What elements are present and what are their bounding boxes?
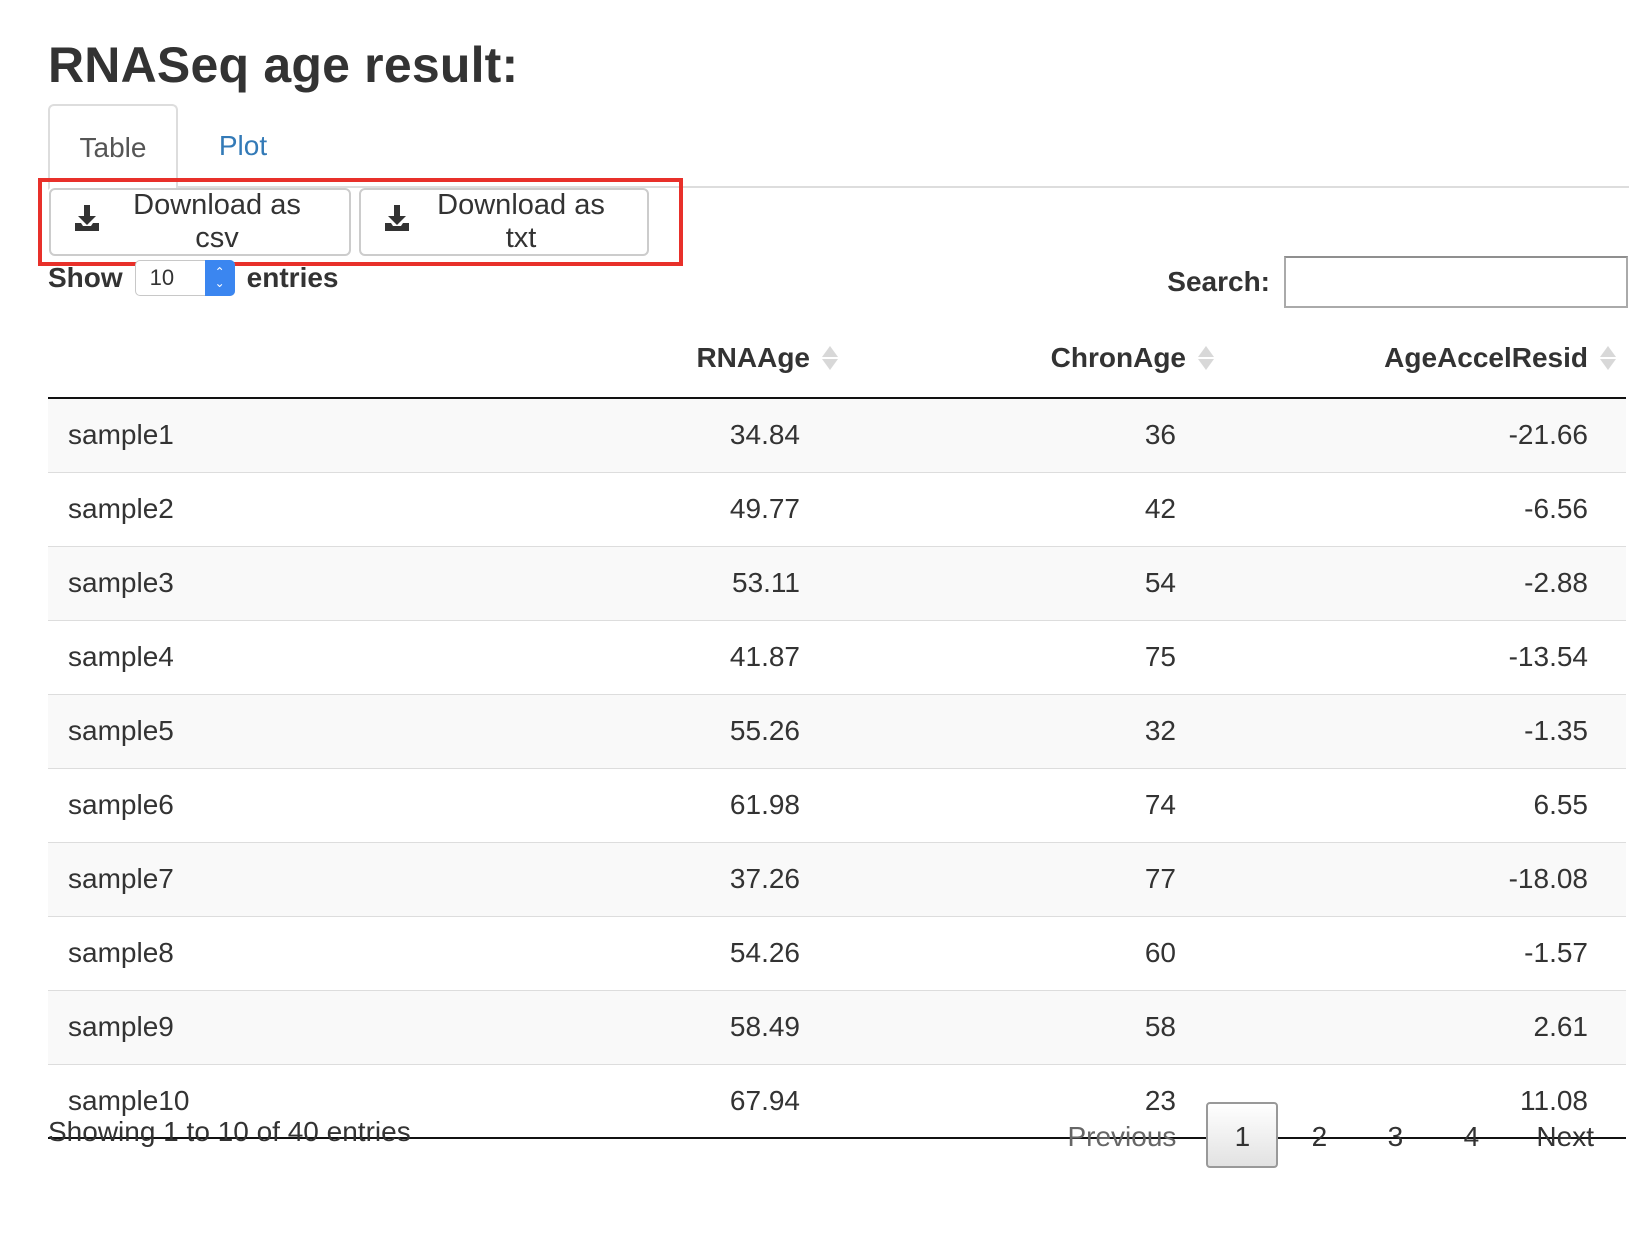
cell-rnaage: 53.11 <box>448 545 848 620</box>
cell-rnaage: 34.84 <box>448 398 848 472</box>
page-button-2[interactable]: 2 <box>1284 1102 1354 1168</box>
cell-ageaccelresid: 2.61 <box>1224 989 1626 1064</box>
cell-chronage: 77 <box>848 841 1224 916</box>
cell-rnaage: 67.94 <box>448 1063 848 1139</box>
cell-chronage: 42 <box>848 471 1224 546</box>
cell-chronage: 54 <box>848 545 1224 620</box>
sort-icon <box>822 345 838 370</box>
cell-sample: sample8 <box>48 915 448 990</box>
column-header-rnaage[interactable]: RNAAge <box>448 318 848 399</box>
search-input[interactable] <box>1284 256 1628 308</box>
cell-sample: sample4 <box>48 619 448 694</box>
table-row: sample8 54.26 60 -1.57 <box>48 915 1626 990</box>
cell-rnaage: 54.26 <box>448 915 848 990</box>
tab-bar: Table Plot <box>48 104 1629 190</box>
cell-rnaage: 41.87 <box>448 619 848 694</box>
cell-chronage: 75 <box>848 619 1224 694</box>
length-control: Show 10 ⌃ ⌄ entries <box>48 258 339 298</box>
cell-chronage: 74 <box>848 767 1224 842</box>
page-button-3[interactable]: 3 <box>1360 1102 1430 1168</box>
table-row: sample5 55.26 32 -1.35 <box>48 693 1626 768</box>
table-row: sample9 58.49 58 2.61 <box>48 989 1626 1064</box>
table-info: Showing 1 to 10 of 40 entries <box>48 1116 411 1147</box>
column-header-name <box>48 318 448 399</box>
cell-ageaccelresid: -6.56 <box>1224 471 1626 546</box>
cell-ageaccelresid: -1.57 <box>1224 915 1626 990</box>
cell-sample: sample9 <box>48 989 448 1064</box>
table-row: sample1 34.84 36 -21.66 <box>48 398 1626 472</box>
table-row: sample3 53.11 54 -2.88 <box>48 545 1626 620</box>
table-row: sample4 41.87 75 -13.54 <box>48 619 1626 694</box>
table-row: sample7 37.26 77 -18.08 <box>48 841 1626 916</box>
cell-sample: sample3 <box>48 545 448 620</box>
search-label: Search: <box>1167 266 1270 297</box>
cell-sample: sample2 <box>48 471 448 546</box>
cell-rnaage: 49.77 <box>448 471 848 546</box>
column-header-ageaccelresid[interactable]: AgeAccelResid <box>1224 318 1626 399</box>
cell-sample: sample6 <box>48 767 448 842</box>
cell-rnaage: 55.26 <box>448 693 848 768</box>
tab-plot[interactable]: Plot <box>178 104 308 188</box>
table-row: sample6 61.98 74 6.55 <box>48 767 1626 842</box>
entries-label: entries <box>246 262 339 293</box>
cell-chronage: 32 <box>848 693 1224 768</box>
download-txt-label: Download as txt <box>437 189 605 254</box>
cell-ageaccelresid: -18.08 <box>1224 841 1626 916</box>
results-table: RNAAge ChronAge AgeAccelResid sample1 34… <box>48 318 1626 1139</box>
cell-rnaage: 61.98 <box>448 767 848 842</box>
cell-ageaccelresid: -2.88 <box>1224 545 1626 620</box>
cell-ageaccelresid: -21.66 <box>1224 398 1626 472</box>
next-page-button[interactable]: Next <box>1512 1102 1618 1168</box>
pagination: Previous 1 2 3 4 Next <box>1037 1102 1618 1168</box>
cell-sample: sample7 <box>48 841 448 916</box>
sort-icon <box>1600 345 1616 370</box>
cell-chronage: 58 <box>848 989 1224 1064</box>
sort-icon <box>1198 345 1214 370</box>
column-header-label: AgeAccelResid <box>1384 341 1588 373</box>
cell-sample: sample5 <box>48 693 448 768</box>
cell-rnaage: 58.49 <box>448 989 848 1064</box>
column-header-label: ChronAge <box>1050 341 1186 373</box>
page-length-select[interactable]: 10 ⌃ ⌄ <box>134 260 235 296</box>
chevron-updown-icon: ⌃ ⌄ <box>204 260 235 296</box>
cell-chronage: 60 <box>848 915 1224 990</box>
show-label: Show <box>48 262 123 293</box>
column-header-label: RNAAge <box>696 341 810 373</box>
cell-rnaage: 37.26 <box>448 841 848 916</box>
cell-sample: sample1 <box>48 398 448 472</box>
download-txt-button[interactable]: Download as txt <box>359 188 649 256</box>
download-csv-label: Download as csv <box>133 189 301 254</box>
column-header-chronage[interactable]: ChronAge <box>848 318 1224 399</box>
download-icon <box>383 204 419 240</box>
page-title: RNASeq age result: <box>48 37 519 93</box>
download-icon <box>73 204 109 240</box>
page-button-4[interactable]: 4 <box>1436 1102 1506 1168</box>
cell-ageaccelresid: -1.35 <box>1224 693 1626 768</box>
page-button-1[interactable]: 1 <box>1206 1102 1279 1168</box>
previous-page-button[interactable]: Previous <box>1043 1102 1200 1168</box>
download-csv-button[interactable]: Download as csv <box>49 188 351 256</box>
cell-ageaccelresid: -13.54 <box>1224 619 1626 694</box>
search-control: Search: <box>1167 256 1628 308</box>
cell-chronage: 36 <box>848 398 1224 472</box>
cell-ageaccelresid: 6.55 <box>1224 767 1626 842</box>
page-length-value: 10 <box>149 265 175 290</box>
table-row: sample2 49.77 42 -6.56 <box>48 471 1626 546</box>
